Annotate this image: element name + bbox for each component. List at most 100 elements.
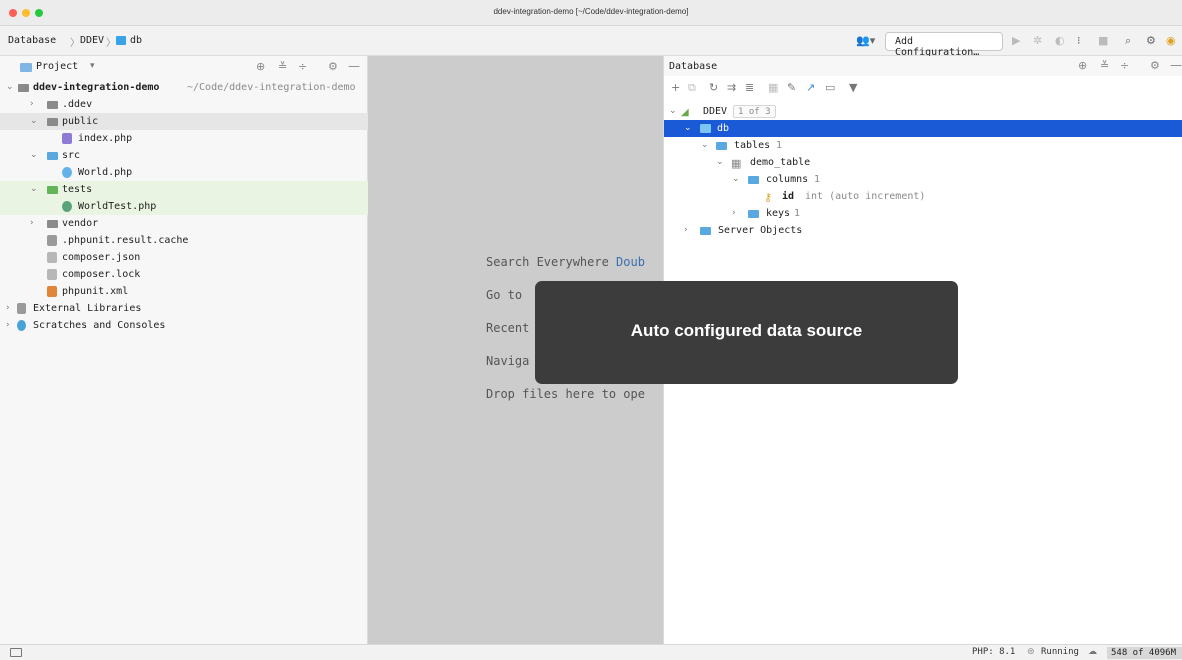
gear-icon[interactable]: ⚙ xyxy=(1150,59,1160,72)
table-icon[interactable]: ▦ xyxy=(768,81,778,94)
expand-all-icon[interactable]: ≚ xyxy=(278,60,287,73)
console-icon[interactable]: ▭ xyxy=(825,81,835,94)
schema-icon[interactable]: ⇉ xyxy=(727,81,736,94)
tree-item-world-php[interactable]: World.php xyxy=(0,164,368,181)
hint-navigation: Naviga xyxy=(486,354,530,368)
chevron-down-icon[interactable]: ⌄ xyxy=(669,103,677,120)
datasource-properties-icon[interactable]: ≣ xyxy=(745,81,754,94)
chevron-right-icon[interactable]: › xyxy=(6,300,10,317)
tree-item-tables[interactable]: ⌄ tables 1 xyxy=(664,137,1182,154)
user-icon[interactable]: 👥▾ xyxy=(856,34,875,47)
gear-icon[interactable]: ⚙ xyxy=(328,60,338,73)
tree-item-phpunit-cache[interactable]: .phpunit.result.cache xyxy=(0,232,368,249)
breadcrumb-db[interactable]: db xyxy=(130,35,142,46)
tree-item-src[interactable]: ⌄ src xyxy=(0,147,368,164)
tree-item-server-objects[interactable]: › Server Objects xyxy=(664,222,1182,239)
tree-item-label: columns xyxy=(766,174,809,185)
chevron-right-icon[interactable]: › xyxy=(30,215,34,232)
class-icon xyxy=(62,167,72,178)
tree-item-label: Scratches and Consoles xyxy=(33,320,166,331)
filter-icon[interactable]: ▼ xyxy=(849,81,857,94)
folder-icon xyxy=(716,142,727,150)
running-status[interactable]: Running xyxy=(1041,647,1079,657)
tree-item-label: Server Objects xyxy=(718,225,803,236)
composer-icon xyxy=(47,252,57,263)
chevron-down-icon[interactable]: ⌄ xyxy=(30,147,38,164)
chevron-down-icon[interactable]: ⌄ xyxy=(732,171,740,188)
chevron-down-icon[interactable]: ⌄ xyxy=(716,154,724,171)
tree-item-index-php[interactable]: index.php xyxy=(0,130,368,147)
locate-icon[interactable]: ⊕ xyxy=(1078,59,1087,72)
tree-item-label: WorldTest.php xyxy=(78,201,157,212)
tree-item-worldtest-php[interactable]: WorldTest.php xyxy=(0,198,368,215)
tree-item-count: 1 xyxy=(794,208,801,219)
chevron-down-icon[interactable]: ▾ xyxy=(90,61,95,71)
debug-icon[interactable]: ✲ xyxy=(1033,34,1042,47)
hint-drop-files: Drop files here to ope xyxy=(486,387,645,401)
tree-item-columns[interactable]: ⌄ columns 1 xyxy=(664,171,1182,188)
tree-item-scratches[interactable]: › Scratches and Consoles xyxy=(0,317,368,334)
chevron-down-icon[interactable]: ⌄ xyxy=(30,113,38,130)
folder-icon xyxy=(47,220,58,228)
edit-icon[interactable]: ✎ xyxy=(787,81,796,94)
plugin-icon[interactable]: ◉ xyxy=(1166,34,1176,47)
collapse-all-icon[interactable]: ÷ xyxy=(298,60,307,73)
tree-item-ddev[interactable]: ⌄ ◢ DDEV 1 of 3 xyxy=(664,103,1182,120)
tree-item-demo-table[interactable]: ⌄ ▦ demo_table xyxy=(664,154,1182,171)
chevron-down-icon[interactable]: ⌄ xyxy=(30,181,38,198)
chevron-right-icon[interactable]: › xyxy=(732,205,736,222)
hint-go-to: Go to xyxy=(486,288,523,302)
tree-item-label: vendor xyxy=(62,218,99,229)
coverage-icon[interactable]: ◐ xyxy=(1055,34,1065,47)
project-panel-header: Project ▾ ⊕ ≚ ÷ ⚙ — xyxy=(0,56,368,76)
tree-item-composer-lock[interactable]: composer.lock xyxy=(0,266,368,283)
folder-icon xyxy=(748,176,759,184)
breadcrumb-ddev[interactable]: DDEV xyxy=(80,35,104,46)
add-configuration-button[interactable]: Add Configuration… xyxy=(885,32,1003,58)
run-icon[interactable]: ▶ xyxy=(1012,34,1020,47)
tree-item-ddev[interactable]: › .ddev xyxy=(0,96,368,113)
search-icon[interactable]: ⌕ xyxy=(1125,34,1131,48)
chevron-right-icon[interactable]: › xyxy=(6,317,10,334)
tree-item-label: src xyxy=(62,150,81,161)
expand-all-icon[interactable]: ≚ xyxy=(1100,59,1109,72)
tree-item-tests[interactable]: ⌄ tests xyxy=(0,181,368,198)
memory-indicator[interactable]: 548 of 4096M xyxy=(1107,647,1182,659)
jump-icon[interactable]: ↗ xyxy=(806,81,815,94)
tree-item-db[interactable]: ⌄ db xyxy=(664,120,1182,137)
profiler-icon[interactable]: ⁝ xyxy=(1077,34,1081,47)
chevron-down-icon[interactable]: ⌄ xyxy=(701,137,709,154)
tree-item-composer-json[interactable]: composer.json xyxy=(0,249,368,266)
toggle-tool-windows-icon[interactable] xyxy=(10,648,22,657)
chevron-down-icon[interactable]: ⌄ xyxy=(6,79,14,96)
locate-icon[interactable]: ⊕ xyxy=(256,60,265,73)
ddev-icon[interactable]: ☁ xyxy=(1088,647,1097,657)
tree-item-vendor[interactable]: › vendor xyxy=(0,215,368,232)
tree-item-phpunit-xml[interactable]: phpunit.xml xyxy=(0,283,368,300)
chevron-right-icon[interactable]: › xyxy=(684,222,688,239)
tree-item-keys[interactable]: › keys 1 xyxy=(664,205,1182,222)
tree-item-public[interactable]: ⌄ public xyxy=(0,113,368,130)
database-panel-header: Database ⊕ ≚ ÷ ⚙ — xyxy=(664,56,1182,76)
hide-panel-icon[interactable]: — xyxy=(348,59,360,73)
project-view-selector[interactable]: Project xyxy=(36,61,78,72)
tree-item-id-column[interactable]: ⚷ id int (auto increment) xyxy=(664,188,1182,205)
chevron-right-icon[interactable]: › xyxy=(30,96,34,113)
hide-panel-icon[interactable]: — xyxy=(1170,58,1182,72)
add-icon[interactable]: + xyxy=(671,81,680,94)
namespace-badge[interactable]: 1 of 3 xyxy=(733,105,776,118)
refresh-icon[interactable]: ↻ xyxy=(709,81,718,94)
tree-item-project-root[interactable]: ⌄ ddev-integration-demo ~/Code/ddev-inte… xyxy=(0,79,368,96)
database-running-icon: ⊜ xyxy=(1027,647,1035,657)
tree-item-external-libraries[interactable]: › External Libraries xyxy=(0,300,368,317)
gear-icon[interactable]: ⚙ xyxy=(1146,34,1156,47)
tree-item-label: .phpunit.result.cache xyxy=(62,235,189,246)
stop-icon[interactable]: ■ xyxy=(1098,34,1108,47)
tree-item-count: 1 xyxy=(814,174,821,185)
copy-icon[interactable]: ⧉ xyxy=(688,81,696,95)
breadcrumb-database[interactable]: Database xyxy=(8,35,56,46)
collapse-all-icon[interactable]: ÷ xyxy=(1120,59,1129,72)
php-version[interactable]: PHP: 8.1 xyxy=(972,647,1015,657)
datasource-icon: ◢ xyxy=(681,107,689,118)
chevron-down-icon[interactable]: ⌄ xyxy=(684,120,692,137)
